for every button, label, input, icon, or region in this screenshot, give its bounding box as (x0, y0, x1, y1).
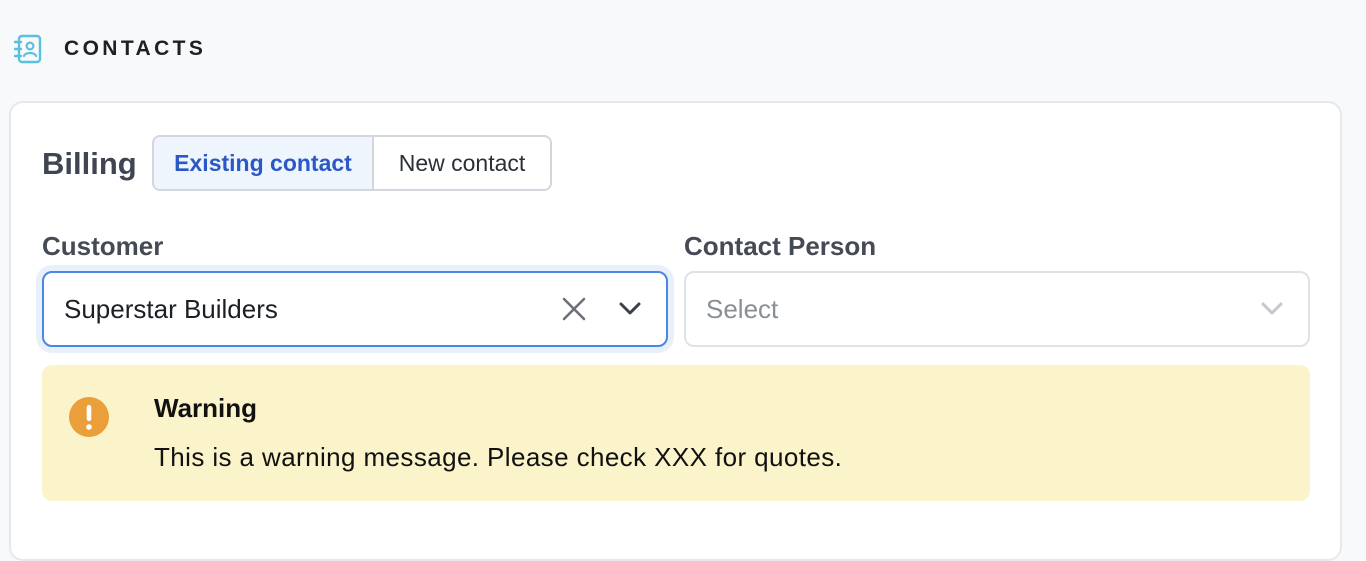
section-title: CONTACTS (64, 37, 207, 60)
billing-card: Billing Existing contact New contact Cus… (9, 101, 1342, 561)
customer-select[interactable]: Superstar Builders (42, 271, 668, 347)
chevron-down-icon[interactable] (1252, 289, 1292, 329)
customer-select-value: Superstar Builders (64, 293, 278, 324)
contact-person-label: Contact Person (684, 231, 877, 261)
existing-contact-button[interactable]: Existing contact (154, 137, 374, 189)
warning-alert: Warning This is a warning message. Pleas… (42, 365, 1310, 501)
section-header: CONTACTS (14, 33, 206, 65)
exclamation-circle-icon (68, 396, 110, 438)
warning-message: This is a warning message. Please check … (154, 442, 843, 472)
contact-person-select[interactable]: Select (684, 271, 1310, 347)
chevron-down-icon[interactable] (610, 289, 650, 329)
contact-mode-toggle: Existing contact New contact (152, 135, 552, 191)
new-contact-button[interactable]: New contact (374, 137, 550, 189)
contact-person-placeholder: Select (706, 293, 779, 324)
billing-label: Billing (42, 146, 137, 181)
warning-title: Warning (154, 393, 258, 423)
customer-label: Customer (42, 231, 164, 261)
close-icon[interactable] (554, 289, 594, 329)
address-book-icon (14, 33, 44, 65)
